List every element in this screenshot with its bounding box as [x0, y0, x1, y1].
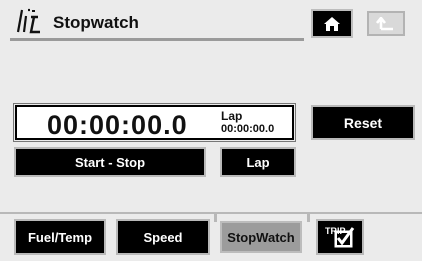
start-stop-button[interactable]: Start - Stop: [14, 147, 206, 177]
lap-time-label: Lap: [221, 109, 243, 123]
tab-divider-right: [307, 212, 310, 222]
tab-bar-divider: [0, 212, 422, 214]
header-divider: [10, 38, 304, 41]
page-title: Stopwatch: [53, 13, 139, 32]
lap-button[interactable]: Lap: [220, 147, 296, 177]
elapsed-time: 00:00:00.0: [47, 110, 188, 140]
lap-time-value: 00:00:00.0: [221, 123, 275, 135]
tab-stopwatch[interactable]: StopWatch: [220, 221, 302, 253]
home-button[interactable]: [311, 9, 353, 38]
tab-trip[interactable]: TRIP: [316, 219, 364, 255]
tab-divider-left: [214, 212, 217, 222]
svg-text:TRIP: TRIP: [325, 226, 346, 236]
time-display: 00:00:00.0 Lap 00:00:00.0: [13, 103, 296, 142]
tab-fuel-temp[interactable]: Fuel/Temp: [14, 219, 106, 255]
trip-check-icon: TRIP: [325, 226, 355, 248]
stopwatch-screen: Stopwatch 00:00:00.0 Lap 00:00:00.0 Rese…: [0, 0, 422, 261]
back-arrow-icon: [376, 16, 393, 30]
reset-button[interactable]: Reset: [311, 105, 415, 140]
back-button[interactable]: [367, 11, 405, 36]
tab-speed[interactable]: Speed: [116, 219, 210, 255]
navigation-logo-icon: [16, 8, 44, 34]
home-icon: [324, 16, 340, 31]
